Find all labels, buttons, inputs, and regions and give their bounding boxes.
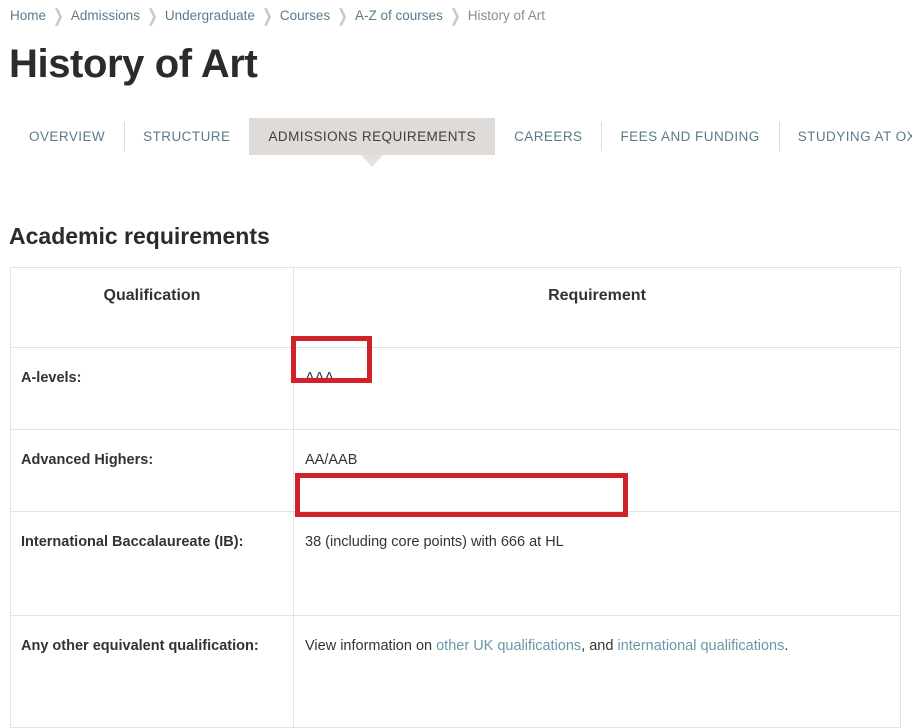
active-tab-pointer-icon (361, 155, 384, 167)
cell-qualification-any-other-equivalent: Any other equivalent qualification: (10, 615, 294, 728)
table-row: Advanced Highers: AA/AAB (10, 429, 901, 512)
table-row: International Baccalaureate (IB): 38 (in… (10, 511, 901, 616)
cell-qualification-advanced-highers: Advanced Highers: (10, 429, 294, 512)
cell-qualification-a-levels: A-levels: (10, 347, 294, 430)
tab-admissions-requirements[interactable]: ADMISSIONS REQUIREMENTS (249, 118, 496, 155)
table-row: Any other equivalent qualification: View… (10, 615, 901, 728)
breadcrumb-item-current: History of Art (467, 8, 545, 23)
breadcrumb-item-courses[interactable]: Courses (280, 7, 330, 25)
table-row: A-levels: AAA (10, 347, 901, 430)
page-title: History of Art (9, 42, 258, 86)
section-heading-academic-requirements: Academic requirements (9, 223, 270, 249)
cell-qualification-international-baccalaureate: International Baccalaureate (IB): (10, 511, 294, 616)
table-header-row: Qualification Requirement (10, 267, 901, 348)
cell-requirement-a-levels: AAA (293, 347, 901, 430)
breadcrumb-separator-icon: ❯ (53, 5, 64, 26)
tab-studying-at-oxford[interactable]: STUDYING AT OXFORD (778, 118, 912, 155)
cell-requirement-international-baccalaureate: 38 (including core points) with 666 at H… (293, 511, 901, 616)
column-header-qualification: Qualification (10, 267, 294, 348)
breadcrumb-item-admissions[interactable]: Admissions (71, 7, 140, 25)
cell-requirement-advanced-highers: AA/AAB (293, 429, 901, 512)
breadcrumb-separator-icon: ❯ (261, 5, 273, 26)
breadcrumb-item-undergraduate[interactable]: Undergraduate (165, 7, 255, 25)
tab-structure[interactable]: STRUCTURE (124, 118, 249, 155)
cell-requirement-any-other-equivalent: View information on other UK qualificati… (293, 615, 901, 728)
breadcrumb-item-a-z-of-courses[interactable]: A-Z of courses (355, 7, 443, 25)
breadcrumb-separator-icon: ❯ (337, 5, 349, 26)
tab-careers[interactable]: CAREERS (495, 118, 601, 155)
breadcrumb-separator-icon: ❯ (449, 5, 461, 26)
tab-fees-and-funding[interactable]: FEES AND FUNDING (601, 118, 778, 155)
column-header-requirement: Requirement (293, 267, 901, 348)
breadcrumb-item-home[interactable]: Home (10, 7, 46, 25)
tab-overview[interactable]: OVERVIEW (10, 118, 124, 155)
breadcrumb-separator-icon: ❯ (146, 5, 158, 26)
breadcrumb: Home ❯ Admissions ❯ Undergraduate ❯ Cour… (10, 5, 545, 26)
course-tab-bar: OVERVIEW STRUCTURE ADMISSIONS REQUIREMEN… (10, 118, 912, 155)
academic-requirements-table: Qualification Requirement A-levels: AAA … (10, 267, 901, 728)
